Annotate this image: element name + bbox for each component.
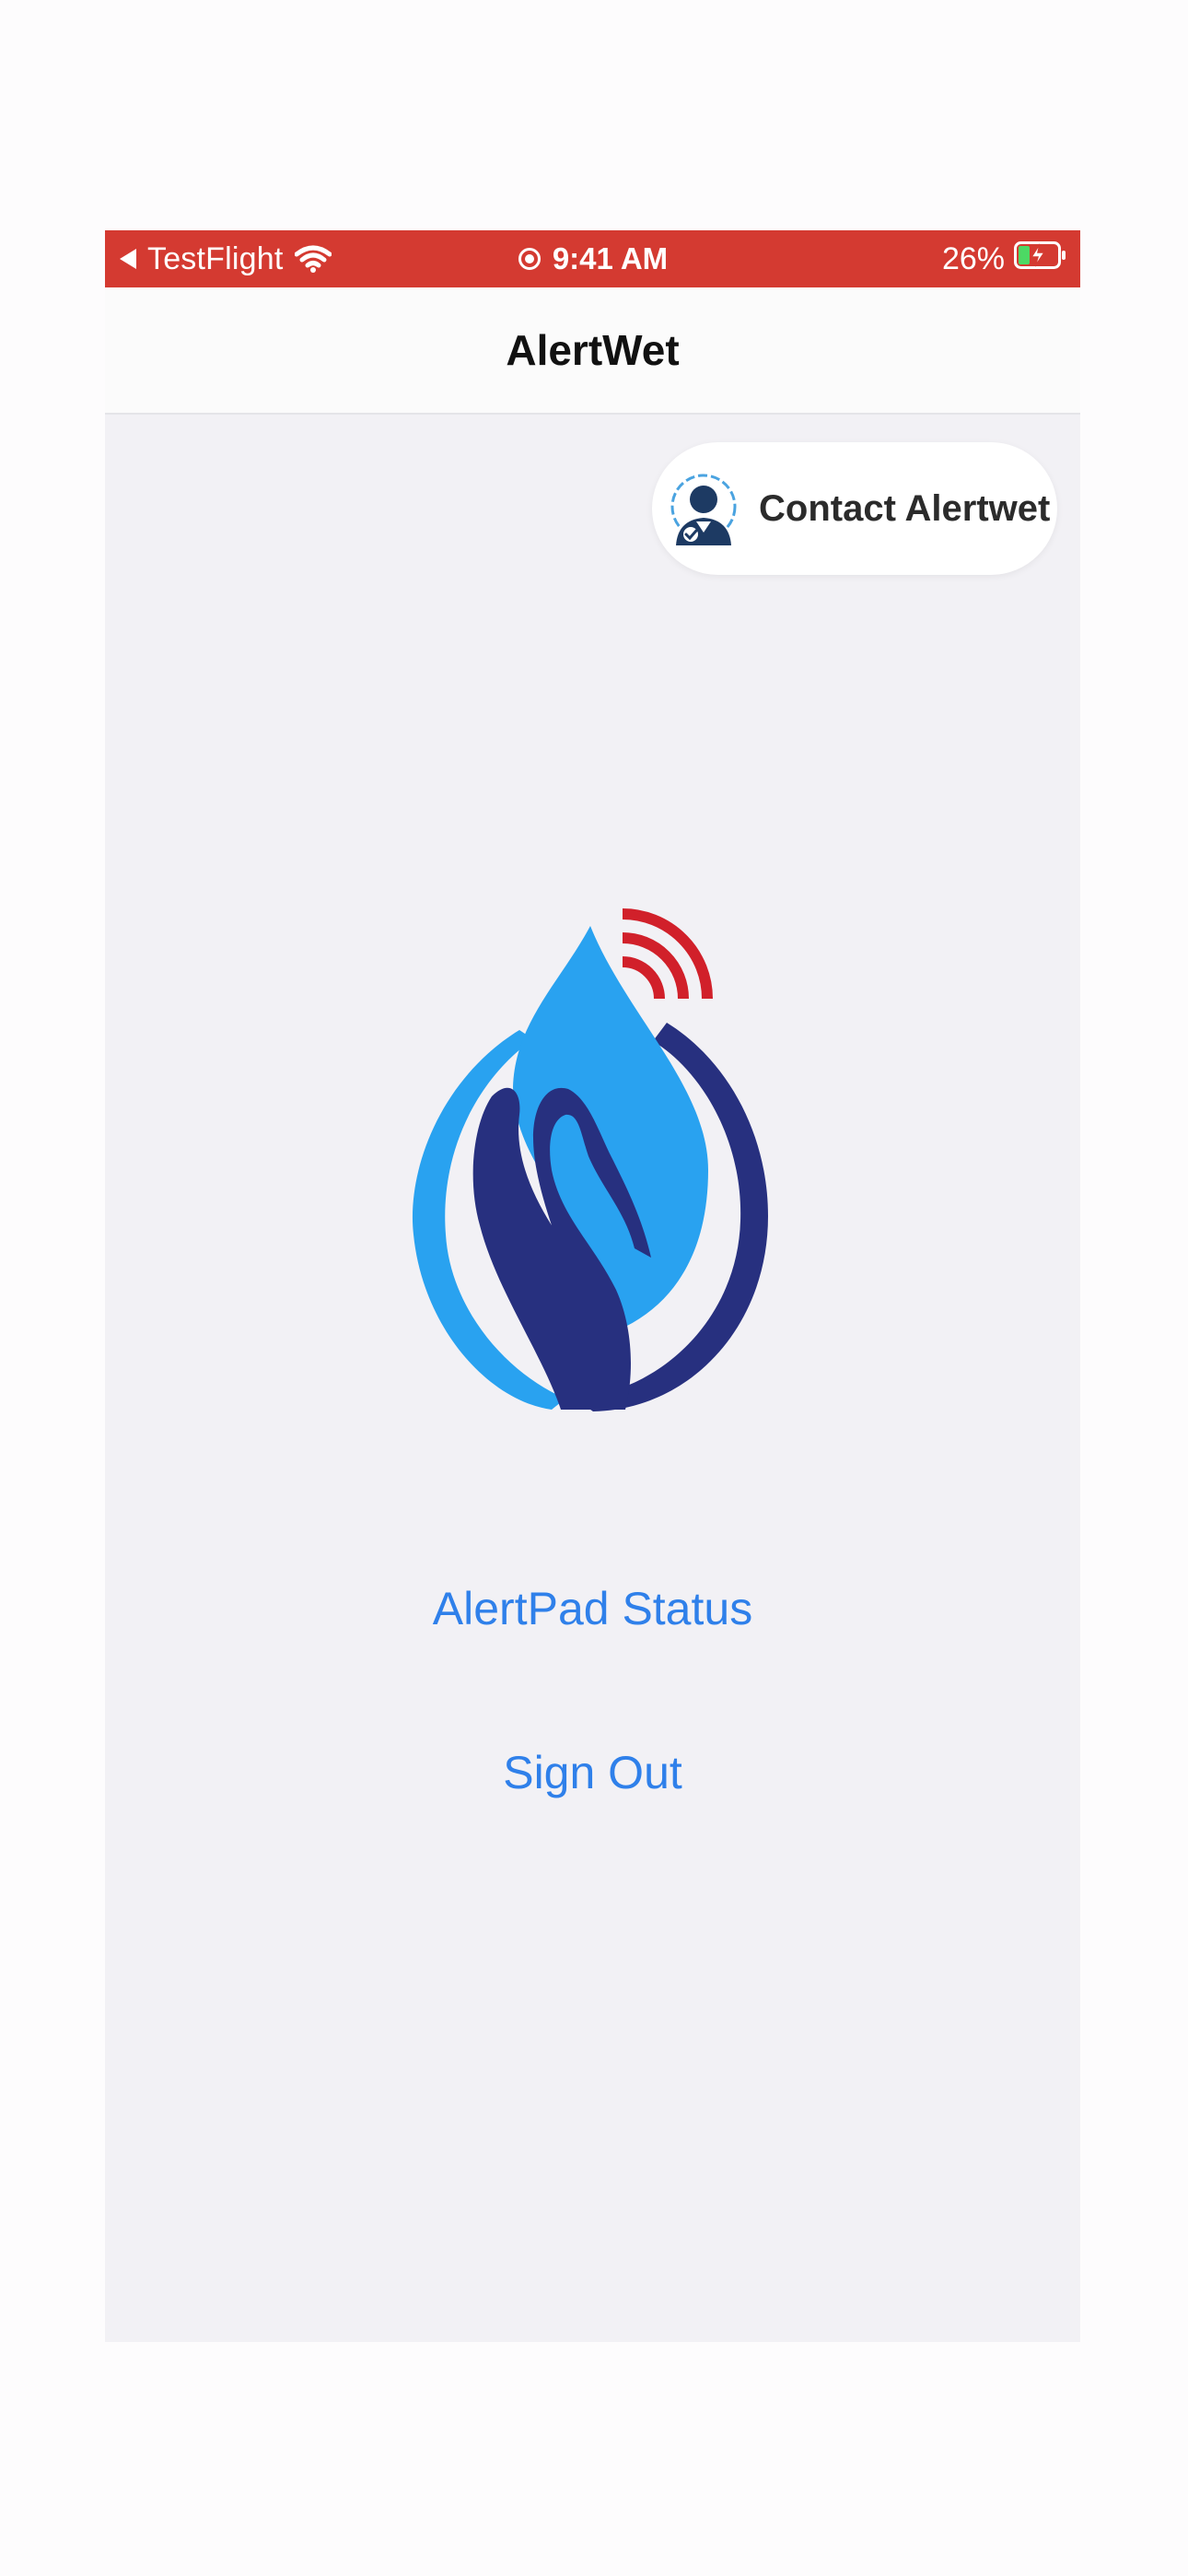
status-time: 9:41 AM <box>105 230 1080 287</box>
contact-alertwet-label: Contact Alertwet <box>759 487 1051 529</box>
battery-charging-icon <box>1014 240 1067 277</box>
status-bar: TestFlight 9:41 AM 26% <box>105 230 1080 287</box>
alertwet-logo-icon <box>404 894 782 1465</box>
contact-alertwet-button[interactable]: Contact Alertwet <box>652 442 1057 575</box>
sign-out-button[interactable]: Sign Out <box>105 1746 1080 1799</box>
support-agent-icon <box>667 464 740 553</box>
alertpad-status-button[interactable]: AlertPad Status <box>105 1582 1080 1635</box>
navigation-bar: AlertWet <box>105 287 1080 415</box>
battery-status: 26% <box>942 230 1067 287</box>
battery-percent: 26% <box>941 240 1005 276</box>
time-label: 9:41 AM <box>552 241 669 275</box>
app-screen: TestFlight 9:41 AM 26% AlertWet Contact … <box>105 230 1080 2342</box>
location-icon <box>518 247 542 271</box>
page-title: AlertWet <box>506 326 680 374</box>
